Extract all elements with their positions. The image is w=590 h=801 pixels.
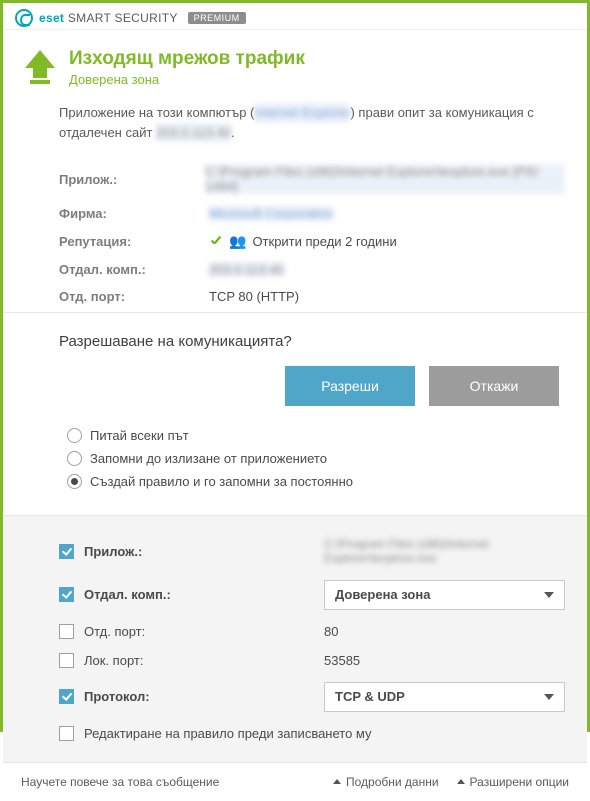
allow-button[interactable]: Разреши bbox=[285, 366, 415, 406]
label-remote-computer: Отдал. комп.: bbox=[59, 262, 209, 277]
rule-local-port-value: 53585 bbox=[324, 653, 565, 668]
rule-protocol-label: Протокол: bbox=[84, 689, 314, 704]
checkbox-rule-remote-port[interactable] bbox=[59, 624, 74, 639]
radio-ask-every-time[interactable] bbox=[67, 428, 82, 443]
radio-until-quit-label: Запомни до излизане от приложението bbox=[90, 451, 327, 466]
radio-create-rule-label: Създай правило и го запомни за постоянно bbox=[90, 474, 353, 489]
value-company[interactable]: Microsoft Corporation bbox=[209, 206, 333, 221]
details-toggle[interactable]: Подробни данни bbox=[333, 775, 439, 789]
rule-app-label: Прилож.: bbox=[84, 544, 314, 559]
firewall-dialog: eset SMART SECURITY PREMIUM Изходящ мреж… bbox=[0, 0, 590, 732]
dialog-subtitle: Доверена зона bbox=[69, 72, 305, 87]
details-table: Прилож.: C:\Program Files (x86)\Internet… bbox=[3, 156, 587, 312]
dialog-footer: Научете повече за това съобщение Подробн… bbox=[3, 762, 587, 801]
checkbox-rule-application[interactable] bbox=[59, 544, 74, 559]
titlebar: eset SMART SECURITY PREMIUM bbox=[3, 3, 587, 30]
product-name: eset SMART SECURITY bbox=[39, 11, 178, 25]
radio-ask-label: Питай всеки път bbox=[90, 428, 189, 443]
outgoing-arrow-icon bbox=[25, 50, 55, 84]
community-icon: 👥 bbox=[229, 233, 246, 250]
learn-more-link[interactable]: Научете повече за това съобщение bbox=[21, 775, 315, 789]
select-remote-zone[interactable]: Доверена зона bbox=[324, 580, 565, 610]
rule-local-port-label: Лок. порт: bbox=[84, 653, 314, 668]
rule-remote-port-value: 80 bbox=[324, 624, 565, 639]
intro-app-blur: Internet Explorer bbox=[254, 103, 350, 123]
rule-section: Прилож.: C:\Program Files (x86)\Internet… bbox=[3, 515, 587, 762]
value-remote-computer: 203.0.113.40 bbox=[209, 262, 284, 277]
advanced-toggle[interactable]: Разширени опции bbox=[457, 775, 569, 789]
value-application: C:\Program Files (x86)\Internet Explorer… bbox=[205, 164, 565, 194]
intro-site-blur: 203.0.113.40 bbox=[156, 123, 231, 143]
checkbox-rule-remote[interactable] bbox=[59, 587, 74, 602]
checkbox-rule-protocol[interactable] bbox=[59, 689, 74, 704]
select-protocol[interactable]: TCP & UDP bbox=[324, 682, 565, 712]
decision-section: Разрешаване на комуникацията? Разреши От… bbox=[3, 312, 587, 515]
deny-button[interactable]: Откажи bbox=[429, 366, 559, 406]
value-remote-port: TCP 80 (HTTP) bbox=[209, 289, 299, 304]
value-reputation: Открити преди 2 години bbox=[252, 234, 396, 249]
radio-create-rule[interactable] bbox=[67, 474, 82, 489]
rule-app-value: C:\Program Files (x86)\Internet Explorer… bbox=[324, 537, 565, 566]
rule-remote-label: Отдал. комп.: bbox=[84, 587, 314, 602]
label-application: Прилож.: bbox=[59, 172, 205, 187]
chevron-down-icon bbox=[544, 694, 554, 700]
chevron-up-icon bbox=[333, 779, 341, 784]
dialog-header: Изходящ мрежов трафик Доверена зона bbox=[3, 30, 587, 97]
checkbox-rule-local-port[interactable] bbox=[59, 653, 74, 668]
eset-logo-icon bbox=[15, 9, 33, 27]
premium-badge: PREMIUM bbox=[188, 12, 246, 24]
dialog-title: Изходящ мрежов трафик bbox=[69, 48, 305, 70]
checkbox-edit-before-save[interactable] bbox=[59, 726, 74, 741]
label-remote-port: Отд. порт: bbox=[59, 289, 209, 304]
radio-remember-until-quit[interactable] bbox=[67, 451, 82, 466]
question-text: Разрешаване на комуникацията? bbox=[59, 333, 565, 350]
label-reputation: Репутация: bbox=[59, 234, 209, 249]
edit-before-save-label: Редактиране на правило преди записването… bbox=[84, 726, 372, 741]
chevron-down-icon bbox=[544, 592, 554, 598]
remember-options: Питай всеки път Запомни до излизане от п… bbox=[59, 424, 565, 507]
chevron-up-icon bbox=[457, 779, 465, 784]
rule-remote-port-label: Отд. порт: bbox=[84, 624, 314, 639]
check-icon bbox=[209, 235, 223, 249]
intro-text: Приложение на този компютър (Internet Ex… bbox=[3, 97, 587, 156]
label-company: Фирма: bbox=[59, 206, 209, 221]
